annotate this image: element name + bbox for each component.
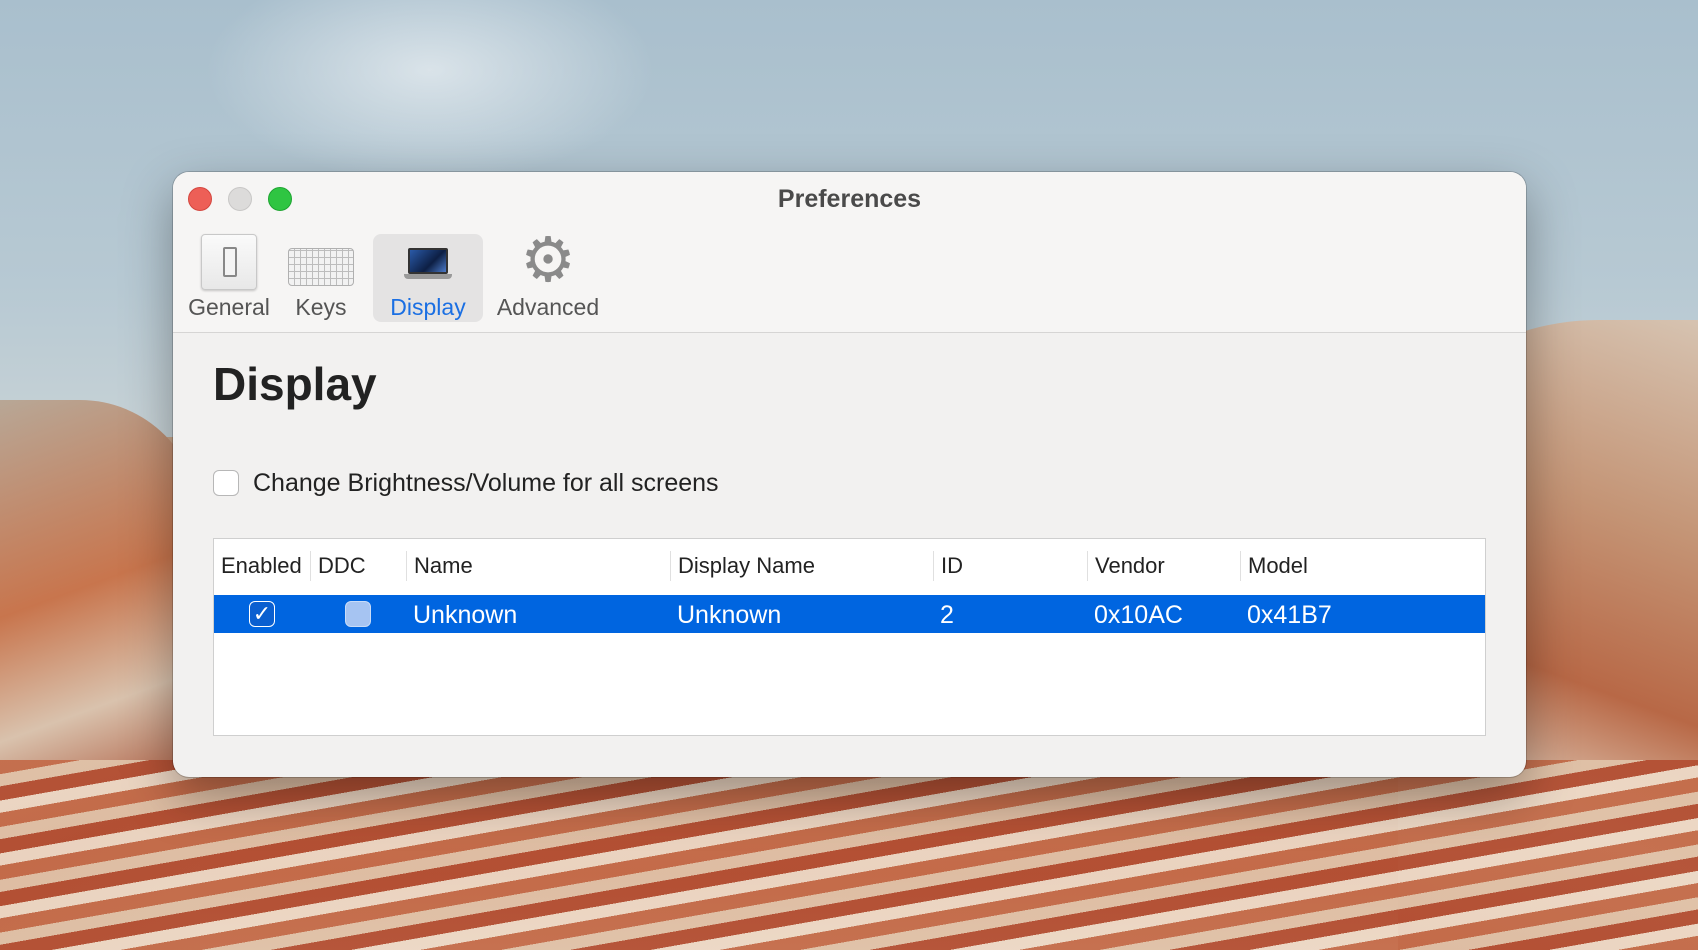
column-header-id[interactable]: ID [933, 551, 1087, 581]
general-switch-icon [201, 234, 257, 290]
tab-display[interactable]: Display [373, 234, 483, 322]
column-header-name[interactable]: Name [406, 551, 670, 581]
tab-display-label: Display [390, 294, 466, 320]
cell-display-name: Unknown [677, 601, 782, 629]
cell-id: 2 [940, 601, 954, 629]
cell-vendor: 0x10AC [1094, 601, 1183, 629]
table-row[interactable]: ✓ Unknown Unknown 2 0x10AC 0x41B7 [214, 595, 1485, 633]
ddc-checkbox[interactable] [345, 601, 371, 627]
gear-icon: ⚙ [520, 226, 576, 295]
column-header-vendor[interactable]: Vendor [1087, 551, 1240, 581]
column-header-model[interactable]: Model [1240, 551, 1386, 581]
tab-keys[interactable]: Keys [279, 234, 363, 322]
laptop-display-icon [404, 248, 452, 280]
table-header: Enabled DDC Name Display Name ID Vendor … [214, 539, 1485, 593]
tab-keys-label: Keys [295, 294, 347, 320]
all-screens-checkbox-label[interactable]: Change Brightness/Volume for all screens [253, 469, 719, 498]
tab-advanced-label: Advanced [496, 294, 600, 320]
enabled-checkbox[interactable]: ✓ [249, 601, 275, 627]
page-title: Display [213, 358, 377, 410]
all-screens-option[interactable]: Change Brightness/Volume for all screens [213, 468, 719, 498]
column-header-enabled[interactable]: Enabled [214, 551, 310, 581]
tab-general[interactable]: General [183, 234, 275, 322]
column-header-ddc[interactable]: DDC [310, 551, 406, 581]
tab-general-label: General [188, 294, 270, 320]
keyboard-icon [288, 248, 354, 286]
window-title: Preferences [777, 185, 922, 213]
preferences-window: Preferences General Keys Display ⚙ Advan… [173, 172, 1526, 777]
tab-advanced[interactable]: ⚙ Advanced [491, 230, 605, 322]
titlebar-toolbar: Preferences General Keys Display ⚙ Advan… [173, 172, 1526, 333]
all-screens-checkbox[interactable] [213, 470, 239, 496]
cell-name: Unknown [413, 601, 518, 629]
wallpaper-rocks-bottom [0, 760, 1698, 950]
column-header-display-name[interactable]: Display Name [670, 551, 933, 581]
cell-model: 0x41B7 [1247, 601, 1332, 629]
displays-table: Enabled DDC Name Display Name ID Vendor … [213, 538, 1486, 736]
